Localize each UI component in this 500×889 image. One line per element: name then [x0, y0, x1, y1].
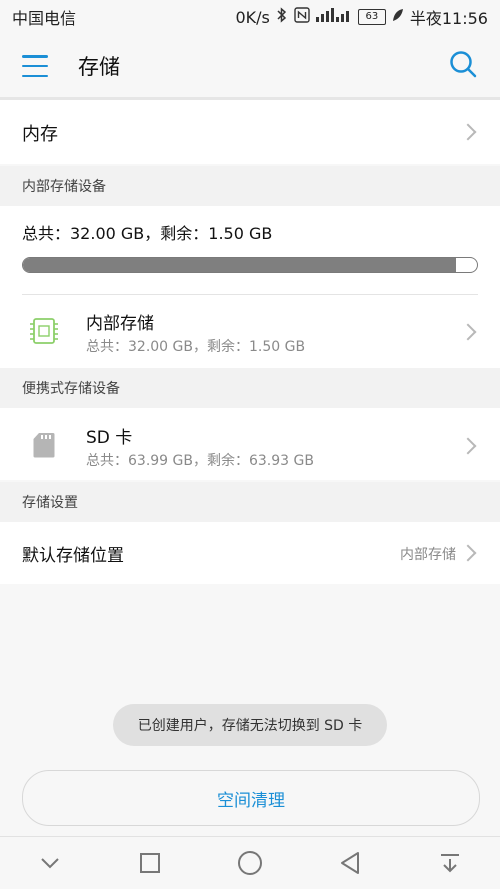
- network-speed: 0K/s: [235, 7, 270, 27]
- recents-square-icon[interactable]: [128, 841, 172, 885]
- clock: 半夜11:56: [409, 9, 488, 28]
- bluetooth-icon: [276, 7, 288, 27]
- back-triangle-icon[interactable]: [328, 841, 372, 885]
- toast-message: 已创建用户，存储无法切换到 SD 卡: [113, 704, 387, 746]
- menu-icon[interactable]: [22, 55, 48, 77]
- section-header-portable: 便携式存储设备: [0, 368, 500, 408]
- chevron-right-icon: [459, 437, 477, 455]
- section-header-settings: 存储设置: [0, 482, 500, 522]
- space-clean-button[interactable]: 空间清理: [22, 770, 480, 826]
- default-location-label: 默认存储位置: [22, 546, 124, 566]
- leaf-icon: [392, 8, 404, 26]
- internal-storage-item[interactable]: 内部存储 总共：32.00 GB，剩余：1.50 GB: [0, 296, 500, 366]
- storage-usage-fill: [23, 258, 456, 272]
- signal-icon: [315, 8, 352, 26]
- page-title: 存储: [78, 55, 120, 79]
- section-header-internal: 内部存储设备: [0, 166, 500, 206]
- notification-pulldown-icon[interactable]: [428, 841, 472, 885]
- sd-card-subtitle: 总共：63.99 GB，剩余：63.93 GB: [86, 453, 314, 469]
- storage-usage-bar: [22, 257, 478, 273]
- carrier-name: 中国电信: [12, 9, 77, 28]
- battery-level: 63: [365, 11, 379, 22]
- memory-label: 内存: [22, 124, 58, 145]
- divider: [22, 294, 478, 295]
- sd-card-icon: [33, 432, 55, 462]
- search-icon[interactable]: [448, 49, 478, 83]
- navigation-bar: [0, 836, 500, 889]
- app-bar: 存储: [0, 34, 500, 98]
- memory-row[interactable]: 内存: [0, 100, 500, 164]
- chip-icon: [30, 316, 58, 350]
- chevron-right-icon: [459, 544, 477, 562]
- internal-summary: 总共：32.00 GB，剩余：1.50 GB: [22, 224, 273, 243]
- default-location-value: 内部存储: [400, 547, 456, 563]
- status-icons: 0K/s 63 半夜11:56: [235, 5, 488, 29]
- nfc-icon: [294, 7, 310, 27]
- chevron-right-icon: [459, 123, 477, 141]
- status-bar: 中国电信 0K/s 63 半夜11:56: [0, 0, 500, 34]
- sd-card-item[interactable]: SD 卡 总共：63.99 GB，剩余：63.93 GB: [0, 408, 500, 480]
- chevron-down-icon[interactable]: [28, 841, 72, 885]
- home-circle-icon[interactable]: [228, 841, 272, 885]
- internal-storage-title: 内部存储: [86, 314, 154, 334]
- default-storage-location-row[interactable]: 默认存储位置 内部存储: [0, 522, 500, 584]
- battery-icon: 63: [357, 9, 386, 25]
- internal-storage-subtitle: 总共：32.00 GB，剩余：1.50 GB: [86, 339, 306, 355]
- chevron-right-icon: [459, 323, 477, 341]
- sd-card-title: SD 卡: [86, 428, 133, 448]
